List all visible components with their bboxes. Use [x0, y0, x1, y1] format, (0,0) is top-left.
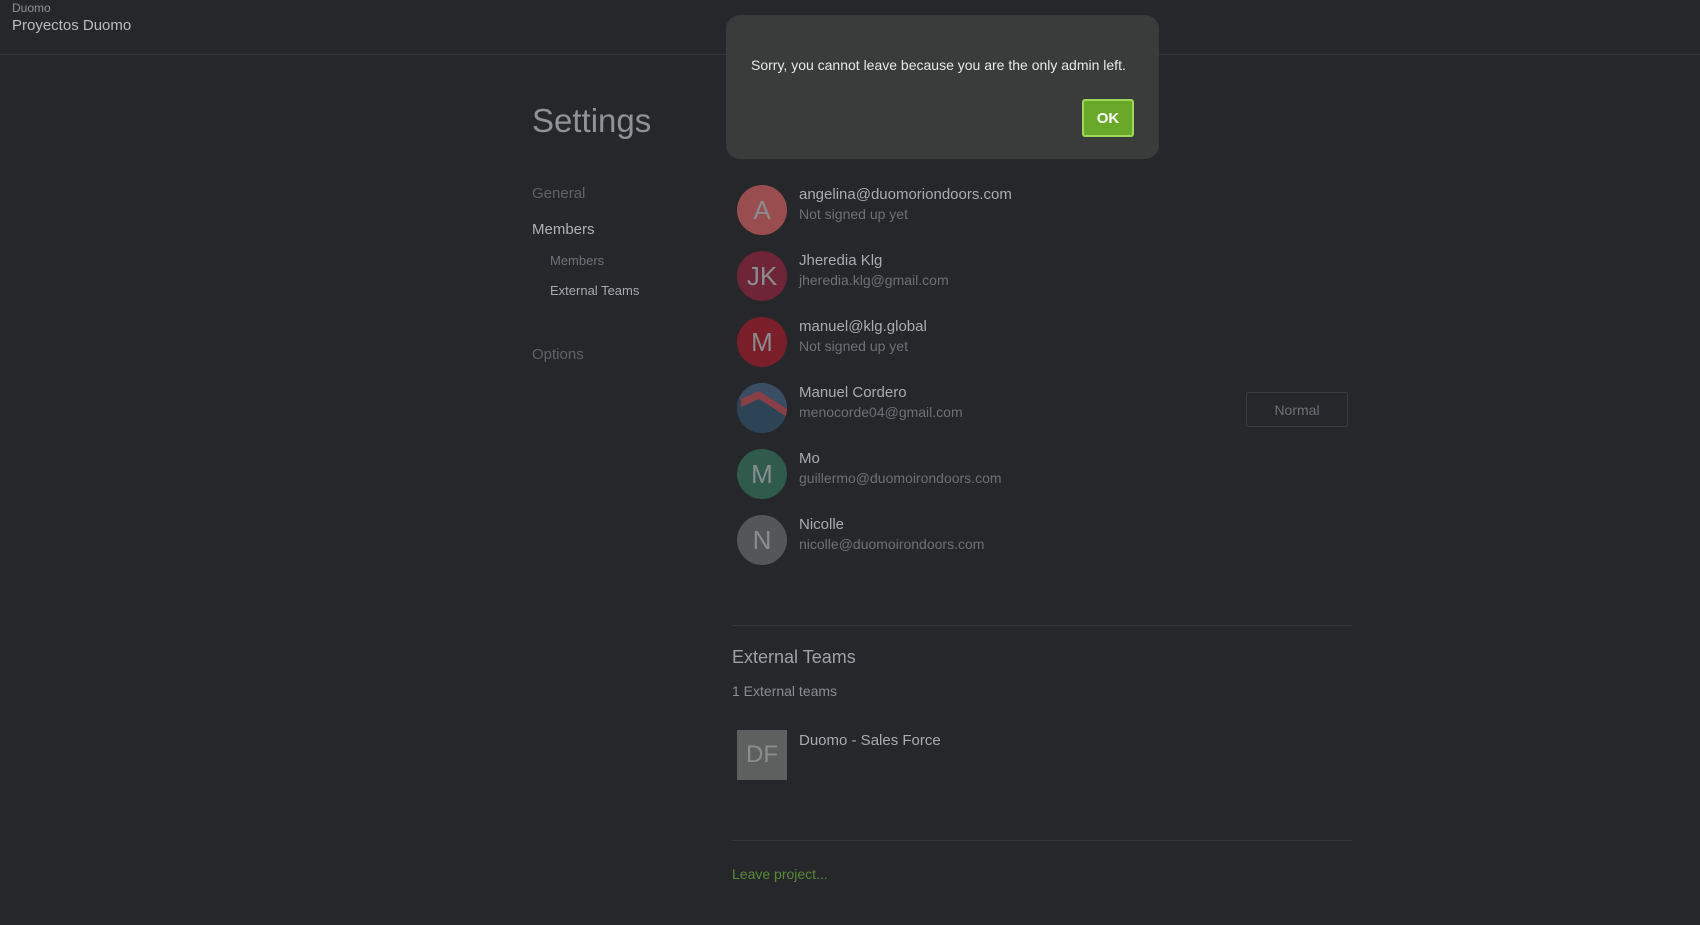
alert-dialog: Sorry, you cannot leave because you are … [726, 15, 1159, 159]
nav-members-sub[interactable]: Members [550, 253, 604, 268]
avatar-image-icon [737, 383, 787, 433]
member-name: Jheredia Klg [799, 252, 883, 269]
avatar: N [737, 515, 787, 565]
avatar: A [737, 185, 787, 235]
member-row: A angelina@duomoriondoors.com Not signed… [737, 185, 1347, 237]
role-select-button[interactable]: Normal [1246, 392, 1348, 427]
member-subtext: jheredia.klg@gmail.com [799, 272, 949, 288]
nav-members[interactable]: Members [532, 221, 595, 238]
ok-button[interactable]: OK [1082, 99, 1134, 137]
avatar: JK [737, 251, 787, 301]
team-avatar: DF [737, 730, 787, 780]
avatar: M [737, 449, 787, 499]
member-row: N Nicolle nicolle@duomoirondoors.com [737, 515, 1347, 567]
member-subtext: menocorde04@gmail.com [799, 404, 963, 420]
member-name: Nicolle [799, 516, 845, 533]
member-name: Manuel Cordero [799, 384, 907, 401]
member-name: Mo [799, 450, 820, 467]
org-name[interactable]: Duomo [12, 1, 51, 15]
member-name: manuel@klg.global [799, 318, 927, 335]
section-divider [732, 840, 1352, 841]
avatar-photo [737, 383, 787, 433]
team-name[interactable]: Duomo - Sales Force [799, 732, 941, 749]
dialog-message: Sorry, you cannot leave because you are … [751, 57, 1126, 73]
member-subtext: guillermo@duomoirondoors.com [799, 470, 1002, 486]
member-row: JK Jheredia Klg jheredia.klg@gmail.com [737, 251, 1347, 303]
member-subtext: Not signed up yet [799, 206, 908, 222]
page-title: Settings [532, 102, 652, 139]
nav-options[interactable]: Options [532, 346, 584, 363]
member-subtext: nicolle@duomoirondoors.com [799, 536, 985, 552]
nav-external-teams[interactable]: External Teams [550, 283, 639, 298]
leave-project-link[interactable]: Leave project... [732, 866, 828, 882]
nav-general[interactable]: General [532, 185, 585, 202]
avatar: M [737, 317, 787, 367]
project-name[interactable]: Proyectos Duomo [12, 17, 131, 34]
member-subtext: Not signed up yet [799, 338, 908, 354]
external-teams-heading: External Teams [732, 647, 856, 667]
section-divider [732, 625, 1352, 626]
member-name: angelina@duomoriondoors.com [799, 186, 1012, 203]
member-row: M manuel@klg.global Not signed up yet [737, 317, 1347, 369]
member-row: M Mo guillermo@duomoirondoors.com [737, 449, 1347, 501]
external-teams-count: 1 External teams [732, 683, 838, 699]
